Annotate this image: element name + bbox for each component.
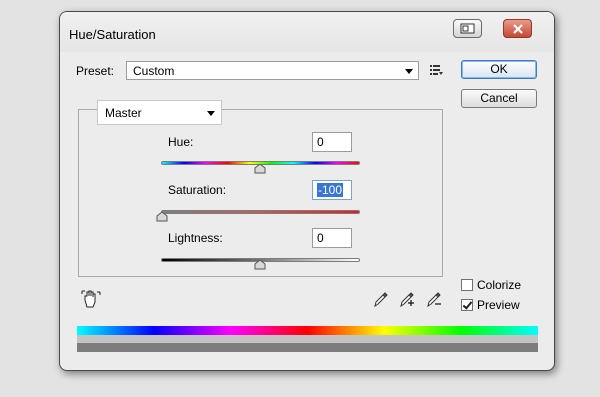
- preset-dropdown[interactable]: Custom: [126, 61, 419, 80]
- lightness-input[interactable]: 0: [312, 228, 352, 248]
- preset-value: Custom: [133, 64, 175, 78]
- preset-label: Preset:: [76, 64, 115, 78]
- ok-button[interactable]: OK: [461, 60, 537, 79]
- saturation-slider-thumb[interactable]: [156, 212, 168, 222]
- channel-dropdown[interactable]: Master: [97, 100, 222, 125]
- preview-checkbox[interactable]: [461, 299, 473, 311]
- dialog-title: Hue/Saturation: [69, 27, 156, 42]
- hue-label: Hue:: [168, 135, 194, 149]
- restore-icon: [460, 23, 475, 34]
- preview-label: Preview: [477, 298, 520, 312]
- chevron-down-icon: [207, 111, 215, 116]
- eyedropper-icon[interactable]: [373, 290, 389, 308]
- saturation-slider-track[interactable]: [161, 210, 360, 214]
- lightness-label: Lightness:: [168, 231, 223, 245]
- chevron-down-icon: [405, 69, 413, 74]
- restore-button[interactable]: [453, 19, 482, 38]
- bar-gap: [77, 335, 538, 343]
- close-icon: [513, 24, 523, 34]
- close-button[interactable]: [503, 19, 532, 38]
- colorize-label: Colorize: [477, 278, 522, 292]
- hue-saturation-dialog: Hue/Saturation Preset: Custom OK Cancel …: [59, 11, 555, 371]
- lightness-slider-thumb[interactable]: [254, 260, 266, 270]
- hue-input[interactable]: 0: [312, 132, 352, 152]
- cancel-button[interactable]: Cancel: [461, 89, 537, 108]
- hue-slider-thumb[interactable]: [254, 164, 266, 174]
- adjustment-group: [78, 109, 443, 277]
- title-bar[interactable]: Hue/Saturation: [60, 12, 554, 52]
- input-color-bar: [77, 326, 538, 335]
- channel-value: Master: [105, 106, 142, 120]
- preset-menu-icon[interactable]: [430, 64, 444, 76]
- output-color-bar: [77, 343, 538, 352]
- eyedropper-add-icon[interactable]: [399, 290, 417, 308]
- saturation-label: Saturation:: [168, 183, 227, 197]
- saturation-input[interactable]: -100: [312, 180, 352, 200]
- target-adjustment-hand-icon[interactable]: [81, 290, 101, 308]
- eyedropper-subtract-icon[interactable]: [426, 290, 444, 308]
- colorize-checkbox[interactable]: [461, 279, 473, 291]
